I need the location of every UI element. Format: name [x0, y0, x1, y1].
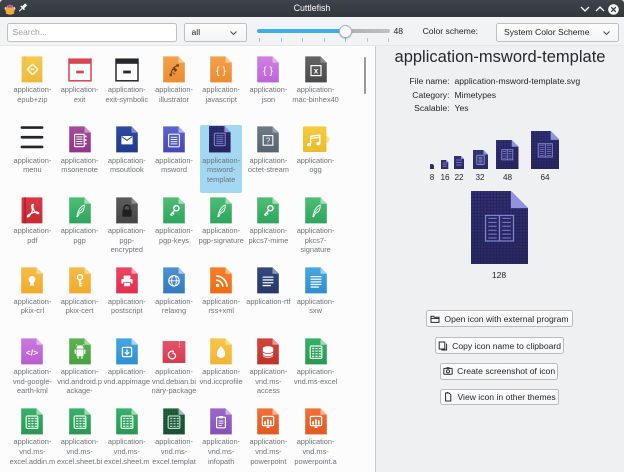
svg-text:?: ? — [266, 137, 271, 146]
svg-text:</>: </> — [26, 347, 38, 357]
svg-text:x: x — [313, 67, 318, 76]
